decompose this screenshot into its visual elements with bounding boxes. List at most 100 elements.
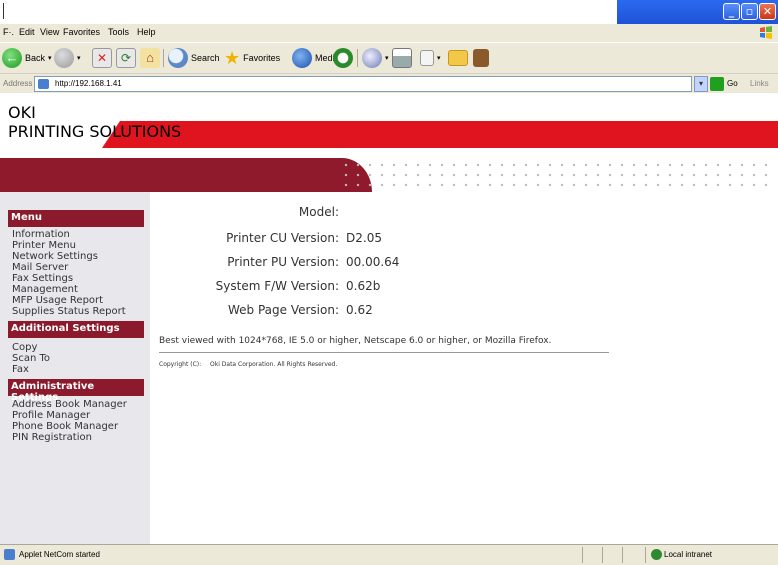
print-button[interactable] (392, 47, 412, 69)
go-arrow-icon[interactable] (710, 77, 724, 91)
home-icon: ⌂ (140, 48, 160, 68)
logo-brand: OKI (8, 103, 36, 122)
printer-icon (392, 48, 412, 68)
sidebar-item-phone-book-manager[interactable]: Phone Book Manager (12, 421, 118, 432)
chevron-down-icon: ▾ (48, 55, 52, 62)
cu-version-value: D2.05 (346, 231, 382, 245)
chevron-down-icon: ▾ (385, 55, 389, 62)
back-arrow-icon: ← (2, 48, 22, 68)
sidebar-header-menu: Menu (8, 210, 144, 227)
menu-item-tools[interactable]: Tools (108, 27, 129, 37)
mail-button[interactable]: ▾ (362, 47, 389, 69)
web-version-value: 0.62 (346, 303, 373, 317)
status-bar: Applet NetCom started Local intranet (0, 544, 778, 565)
browser-window: _ ▫ ✕ F·. Edit View Favorites Tools Help… (0, 0, 778, 565)
fw-version-label: System F/W Version: (215, 279, 339, 293)
refresh-button[interactable]: ⟳ (116, 47, 136, 69)
minimize-button[interactable]: _ (723, 3, 740, 20)
web-version-label: Web Page Version: (227, 303, 339, 317)
search-icon (168, 48, 188, 68)
footer-divider (159, 352, 609, 353)
sidebar-header-additional: Additional Settings (8, 321, 144, 338)
best-viewed-note: Best viewed with 1024*768, IE 5.0 or hig… (159, 336, 552, 346)
history-button[interactable] (333, 47, 353, 69)
home-button[interactable]: ⌂ (140, 47, 160, 69)
status-message: Applet NetCom started (19, 550, 100, 559)
banner-maroon-shape (0, 158, 372, 192)
go-button[interactable]: Go (727, 79, 738, 88)
status-cell (582, 547, 583, 563)
menu-item-view[interactable]: View (40, 27, 59, 37)
forward-arrow-icon (54, 48, 74, 68)
toolbar-separator (163, 49, 164, 67)
search-label: Search (191, 53, 220, 63)
page-icon (38, 79, 49, 89)
folder-button[interactable] (448, 47, 468, 69)
media-icon (292, 48, 312, 68)
research-icon (473, 49, 489, 67)
security-zone-label: Local intranet (664, 550, 713, 559)
close-button[interactable]: ✕ (759, 3, 776, 20)
status-cell (602, 547, 603, 563)
banner-dot-pattern (340, 160, 770, 190)
links-button[interactable]: Links (750, 79, 769, 88)
address-url: http://192.168.1.41 (55, 79, 122, 88)
address-dropdown-button[interactable]: ▾ (694, 76, 708, 92)
sidebar-item-address-book-manager[interactable]: Address Book Manager (12, 399, 127, 410)
copyright-text: Oki Data Corporation. All Rights Reserve… (210, 361, 338, 368)
intranet-zone-icon (651, 549, 662, 560)
menu-bar: F·. Edit View Favorites Tools Help (0, 24, 778, 42)
sidebar-item-information[interactable]: Information (12, 229, 70, 240)
sidebar-item-mfp-usage-report[interactable]: MFP Usage Report (12, 295, 103, 306)
sidebar-item-profile-manager[interactable]: Profile Manager (12, 410, 90, 421)
favorites-label: Favorites (243, 53, 281, 63)
stop-button[interactable]: ✕ (92, 47, 112, 69)
menu-item-favorites[interactable]: Favorites (63, 27, 100, 37)
cu-version-label: Printer CU Version: (226, 231, 339, 245)
maximize-button[interactable]: ▫ (741, 3, 758, 20)
page-content: OKI PRINTING SOLUTIONS Menu Information … (0, 93, 778, 544)
address-bar: Address http://192.168.1.41 ▾ Go Links (0, 73, 778, 93)
sidebar: Menu Information Printer Menu Network Se… (0, 192, 150, 544)
chevron-down-icon: ▾ (77, 55, 81, 62)
sidebar-item-printer-menu[interactable]: Printer Menu (12, 240, 76, 251)
menu-item-help[interactable]: Help (137, 27, 156, 37)
research-button[interactable] (473, 47, 489, 69)
copyright-label: Copyright (C): (159, 361, 202, 368)
address-input[interactable]: http://192.168.1.41 (34, 76, 692, 92)
forward-button[interactable]: ▾ (54, 47, 81, 69)
sidebar-item-copy[interactable]: Copy (12, 342, 37, 353)
sidebar-item-supplies-status-report[interactable]: Supplies Status Report (12, 306, 126, 317)
back-button[interactable]: ← Back ▾ (2, 47, 52, 69)
windows-logo-icon (760, 26, 772, 39)
toolbar: ← Back ▾ ▾ ✕ ⟳ ⌂ Search ★ Favorites Medi… (0, 42, 778, 73)
refresh-icon: ⟳ (116, 48, 136, 68)
title-bar: _ ▫ ✕ (0, 0, 778, 24)
pu-version-value: 00.00.64 (346, 255, 400, 269)
folder-icon (448, 50, 468, 66)
header-banner (0, 158, 778, 192)
favorites-star-icon: ★ (224, 47, 241, 68)
fw-version-value: 0.62b (346, 279, 381, 293)
status-cell (645, 547, 646, 563)
sidebar-item-pin-registration[interactable]: PIN Registration (12, 432, 92, 443)
sidebar-item-fax-settings[interactable]: Fax Settings (12, 273, 73, 284)
model-label: Model: (298, 205, 339, 219)
sidebar-item-fax[interactable]: Fax (12, 364, 29, 375)
history-icon (333, 48, 353, 68)
chevron-down-icon: ▾ (437, 55, 441, 62)
sidebar-item-mail-server[interactable]: Mail Server (12, 262, 68, 273)
edit-button[interactable]: ▾ (420, 47, 441, 69)
stop-icon: ✕ (92, 48, 112, 68)
menu-item-edit[interactable]: Edit (19, 27, 35, 37)
menu-item-file[interactable]: F·. (3, 27, 14, 37)
address-label: Address (3, 79, 33, 88)
page-status-icon (4, 549, 15, 560)
sidebar-item-scan-to[interactable]: Scan To (12, 353, 50, 364)
mail-icon (362, 48, 382, 68)
sidebar-item-management[interactable]: Management (12, 284, 78, 295)
sidebar-item-network-settings[interactable]: Network Settings (12, 251, 98, 262)
search-button[interactable]: Search (168, 47, 220, 69)
toolbar-separator (357, 49, 358, 67)
favorites-button[interactable]: ★ Favorites (224, 47, 280, 69)
